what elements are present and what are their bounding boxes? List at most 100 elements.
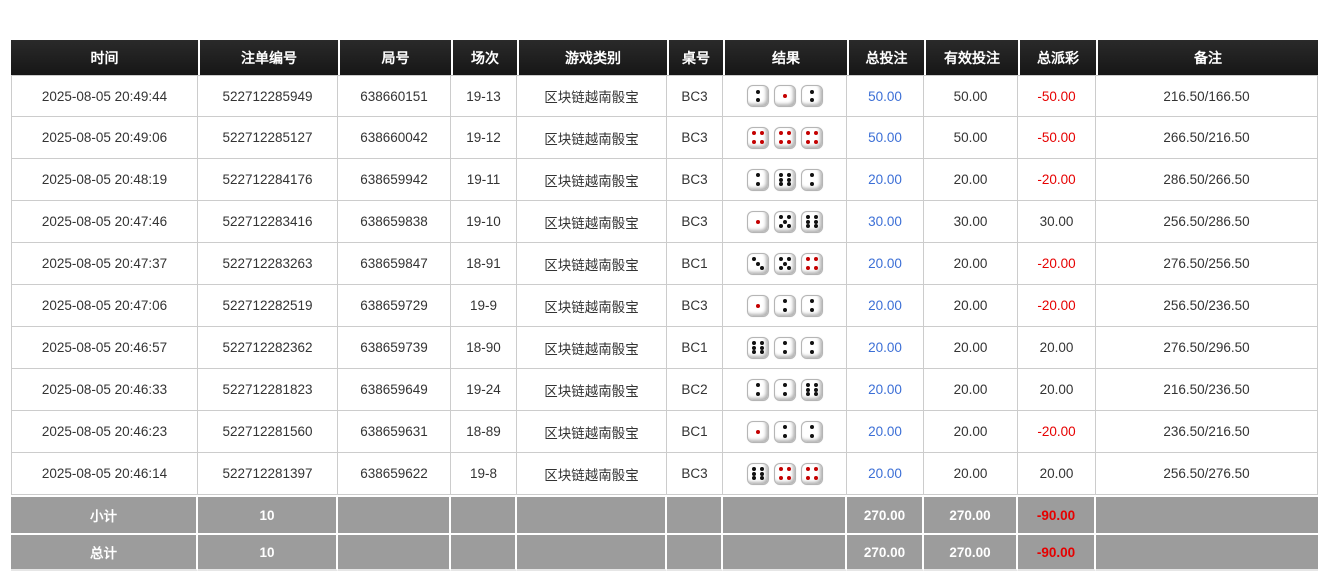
table-row: 2025-08-05 20:49:06522712285127638660042… [11, 117, 1318, 159]
cell-session: 19-11 [451, 159, 517, 201]
cell-total_bet[interactable]: 20.00 [847, 411, 924, 453]
col-header-time: 时间 [11, 40, 198, 75]
table-header: 时间注单编号局号场次游戏类别桌号结果总投注有效投注总派彩备注 [11, 40, 1318, 75]
dice-result [723, 85, 846, 107]
cell-total_bet[interactable]: 50.00 [847, 117, 924, 159]
die-pip [779, 215, 783, 219]
cell-result [723, 411, 847, 453]
die-face-2-icon [747, 85, 769, 107]
cell-round_id: 638659631 [338, 411, 451, 453]
cell-total_bet[interactable]: 20.00 [847, 327, 924, 369]
grand_total-count: 10 [198, 533, 338, 571]
cell-game: 区块链越南骰宝 [517, 411, 667, 453]
cell-total_bet[interactable]: 20.00 [847, 243, 924, 285]
die-pip [810, 173, 814, 177]
cell-table_no: BC3 [667, 75, 723, 117]
cell-remark: 256.50/286.50 [1096, 201, 1318, 243]
cell-payout: -20.00 [1018, 243, 1096, 285]
die-pip [783, 341, 787, 345]
cell-remark: 256.50/236.50 [1096, 285, 1318, 327]
cell-round_id: 638659649 [338, 369, 451, 411]
cell-payout: -50.00 [1018, 117, 1096, 159]
die-pip [814, 392, 818, 396]
subtotal-empty [451, 495, 517, 533]
die-pip [779, 182, 783, 186]
die-pip [787, 182, 791, 186]
subtotal-total_bet: 270.00 [847, 495, 924, 533]
bet-history-table: 时间注单编号局号场次游戏类别桌号结果总投注有效投注总派彩备注 2025-08-0… [11, 40, 1318, 571]
die-pip [783, 262, 787, 266]
grand_total-empty [1096, 533, 1318, 571]
die-pip [756, 182, 760, 186]
cell-time: 2025-08-05 20:46:14 [11, 453, 198, 495]
grand_total-payout: -90.00 [1018, 533, 1096, 571]
cell-total_bet[interactable]: 20.00 [847, 453, 924, 495]
die-pip [783, 299, 787, 303]
die-pip [787, 178, 791, 182]
die-face-2-icon [774, 295, 796, 317]
cell-total_bet[interactable]: 30.00 [847, 201, 924, 243]
col-header-bet_id: 注单编号 [198, 40, 338, 75]
cell-payout: 20.00 [1018, 453, 1096, 495]
die-face-4-icon [801, 463, 823, 485]
die-pip [806, 224, 810, 228]
cell-valid_bet: 50.00 [924, 75, 1018, 117]
die-pip [806, 392, 810, 396]
die-face-2-icon [801, 169, 823, 191]
die-face-6-icon [774, 169, 796, 191]
grand_total-empty [338, 533, 451, 571]
die-pip [756, 262, 760, 266]
die-pip [760, 131, 764, 135]
cell-session: 19-10 [451, 201, 517, 243]
cell-bet_id: 522712285949 [198, 75, 338, 117]
cell-session: 19-24 [451, 369, 517, 411]
die-pip [810, 90, 814, 94]
die-pip [783, 425, 787, 429]
cell-total_bet[interactable]: 50.00 [847, 75, 924, 117]
cell-time: 2025-08-05 20:49:44 [11, 75, 198, 117]
cell-result [723, 453, 847, 495]
cell-table_no: BC3 [667, 201, 723, 243]
die-pip [806, 266, 810, 270]
cell-table_no: BC1 [667, 243, 723, 285]
cell-valid_bet: 30.00 [924, 201, 1018, 243]
grand_total-empty [517, 533, 667, 571]
die-pip [787, 140, 791, 144]
die-pip [806, 388, 810, 392]
die-pip [752, 341, 756, 345]
die-pip [783, 94, 787, 98]
cell-round_id: 638659739 [338, 327, 451, 369]
die-pip [752, 131, 756, 135]
cell-table_no: BC3 [667, 117, 723, 159]
die-pip [783, 383, 787, 387]
col-header-payout: 总派彩 [1018, 40, 1096, 75]
die-pip [760, 467, 764, 471]
cell-total_bet[interactable]: 20.00 [847, 159, 924, 201]
cell-valid_bet: 20.00 [924, 327, 1018, 369]
cell-result [723, 327, 847, 369]
die-face-2-icon [801, 337, 823, 359]
table-row: 2025-08-05 20:46:14522712281397638659622… [11, 453, 1318, 495]
die-pip [787, 173, 791, 177]
cell-game: 区块链越南骰宝 [517, 201, 667, 243]
die-face-2-icon [747, 379, 769, 401]
cell-round_id: 638660151 [338, 75, 451, 117]
cell-remark: 276.50/256.50 [1096, 243, 1318, 285]
cell-remark: 276.50/296.50 [1096, 327, 1318, 369]
die-pip [760, 266, 764, 270]
die-pip [806, 220, 810, 224]
cell-remark: 256.50/276.50 [1096, 453, 1318, 495]
cell-game: 区块链越南骰宝 [517, 117, 667, 159]
table-row: 2025-08-05 20:46:23522712281560638659631… [11, 411, 1318, 453]
cell-bet_id: 522712284176 [198, 159, 338, 201]
cell-round_id: 638660042 [338, 117, 451, 159]
die-pip [810, 98, 814, 102]
cell-total_bet[interactable]: 20.00 [847, 369, 924, 411]
cell-total_bet[interactable]: 20.00 [847, 285, 924, 327]
col-header-result: 结果 [723, 40, 847, 75]
cell-session: 18-91 [451, 243, 517, 285]
dice-result [723, 211, 846, 233]
col-header-round_id: 局号 [338, 40, 451, 75]
die-face-4-icon [774, 463, 796, 485]
cell-payout: -50.00 [1018, 75, 1096, 117]
